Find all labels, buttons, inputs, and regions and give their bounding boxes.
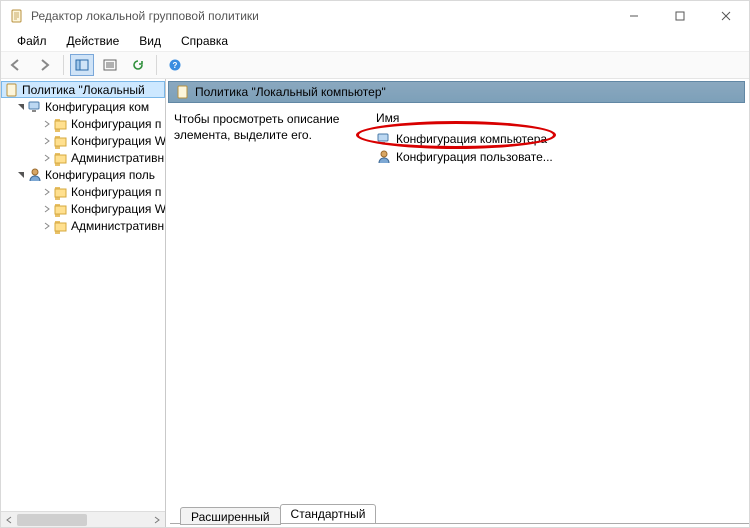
details-body: Чтобы просмотреть описание элемента, выд… [166, 103, 749, 500]
column-header-name[interactable]: Имя [374, 111, 741, 128]
tree-root-label: Политика "Локальный [22, 83, 145, 97]
tree-item-admin-templates[interactable]: Административн [1, 217, 165, 234]
policy-icon [175, 84, 191, 100]
expand-icon[interactable] [41, 222, 53, 230]
tree-item-label: Конфигурация ком [45, 100, 149, 114]
folder-icon [53, 150, 69, 166]
close-button[interactable] [703, 1, 749, 31]
policy-icon [4, 82, 20, 98]
user-icon [376, 149, 392, 165]
menubar: Файл Действие Вид Справка [1, 31, 749, 51]
tree-item-label: Конфигурация W [71, 202, 165, 216]
list-item-computer-config[interactable]: Конфигурация компьютера [374, 130, 741, 148]
expand-icon[interactable] [41, 120, 53, 128]
toolbar: ? [1, 51, 749, 79]
tree-item-label: Конфигурация п [71, 185, 161, 199]
expand-icon[interactable] [41, 188, 53, 196]
svg-text:?: ? [173, 61, 178, 70]
tab-standard[interactable]: Стандартный [280, 504, 377, 524]
computer-icon [27, 99, 43, 115]
folder-icon [53, 133, 69, 149]
folder-icon [53, 218, 69, 234]
list-item-label: Конфигурация пользовате... [396, 150, 553, 164]
scrollbar-track[interactable] [17, 513, 149, 527]
folder-icon [53, 184, 69, 200]
details-header-text: Политика "Локальный компьютер" [195, 85, 386, 99]
tree-item-user-config[interactable]: Конфигурация поль [1, 166, 165, 183]
folder-icon [53, 201, 69, 217]
refresh-button[interactable] [126, 54, 150, 76]
maximize-button[interactable] [657, 1, 703, 31]
menu-file[interactable]: Файл [7, 32, 57, 50]
folder-icon [53, 116, 69, 132]
desc-line: элемента, выделите его. [174, 128, 312, 142]
scrollbar-thumb[interactable] [17, 514, 87, 526]
collapse-icon[interactable] [15, 171, 27, 179]
tree-root-local-policy[interactable]: Политика "Локальный [1, 81, 165, 98]
tree-item-label: Административн [71, 151, 164, 165]
tree-item-windows-config[interactable]: Конфигурация W [1, 200, 165, 217]
scroll-right-button[interactable] [149, 513, 165, 527]
items-list[interactable]: Имя Конфигурация компьютера Конфигурация… [374, 111, 741, 500]
view-tabs: Расширенный Стандартный [166, 500, 749, 524]
description-text: Чтобы просмотреть описание элемента, выд… [174, 111, 364, 500]
horizontal-scrollbar[interactable] [1, 511, 165, 527]
forward-button[interactable] [33, 54, 57, 76]
details-header: Политика "Локальный компьютер" [168, 81, 745, 103]
list-item-user-config[interactable]: Конфигурация пользовате... [374, 148, 741, 166]
computer-icon [376, 131, 392, 147]
titlebar: Редактор локальной групповой политики [1, 1, 749, 31]
window-title: Редактор локальной групповой политики [31, 9, 611, 23]
menu-view[interactable]: Вид [129, 32, 171, 50]
tree-item-program-config[interactable]: Конфигурация п [1, 115, 165, 132]
tree-item-label: Конфигурация W [71, 134, 165, 148]
back-button[interactable] [5, 54, 29, 76]
app-icon [9, 8, 25, 24]
content-area: Политика "Локальный Конфигурация ком Кон… [1, 79, 749, 527]
tree-item-windows-config[interactable]: Конфигурация W [1, 132, 165, 149]
tree-item-label: Административн [71, 219, 164, 233]
tree-item-label: Конфигурация поль [45, 168, 155, 182]
tree-item-label: Конфигурация п [71, 117, 161, 131]
tree-pane-button[interactable] [70, 54, 94, 76]
help-button[interactable]: ? [163, 54, 187, 76]
collapse-icon[interactable] [15, 103, 27, 111]
details-panel: Политика "Локальный компьютер" Чтобы про… [166, 79, 749, 527]
tree-item-program-config[interactable]: Конфигурация п [1, 183, 165, 200]
tree-panel: Политика "Локальный Конфигурация ком Кон… [1, 79, 166, 527]
detail-pane-button[interactable] [98, 54, 122, 76]
user-icon [27, 167, 43, 183]
nav-tree[interactable]: Политика "Локальный Конфигурация ком Кон… [1, 79, 165, 511]
tree-item-admin-templates[interactable]: Административн [1, 149, 165, 166]
expand-icon[interactable] [41, 205, 53, 213]
menu-help[interactable]: Справка [171, 32, 238, 50]
minimize-button[interactable] [611, 1, 657, 31]
expand-icon[interactable] [41, 154, 53, 162]
desc-line: Чтобы просмотреть описание [174, 112, 339, 126]
menu-action[interactable]: Действие [57, 32, 130, 50]
expand-icon[interactable] [41, 137, 53, 145]
tree-item-computer-config[interactable]: Конфигурация ком [1, 98, 165, 115]
window: Редактор локальной групповой политики Фа… [0, 0, 750, 528]
list-item-label: Конфигурация компьютера [396, 132, 547, 146]
scroll-left-button[interactable] [1, 513, 17, 527]
tab-extended[interactable]: Расширенный [180, 507, 281, 525]
